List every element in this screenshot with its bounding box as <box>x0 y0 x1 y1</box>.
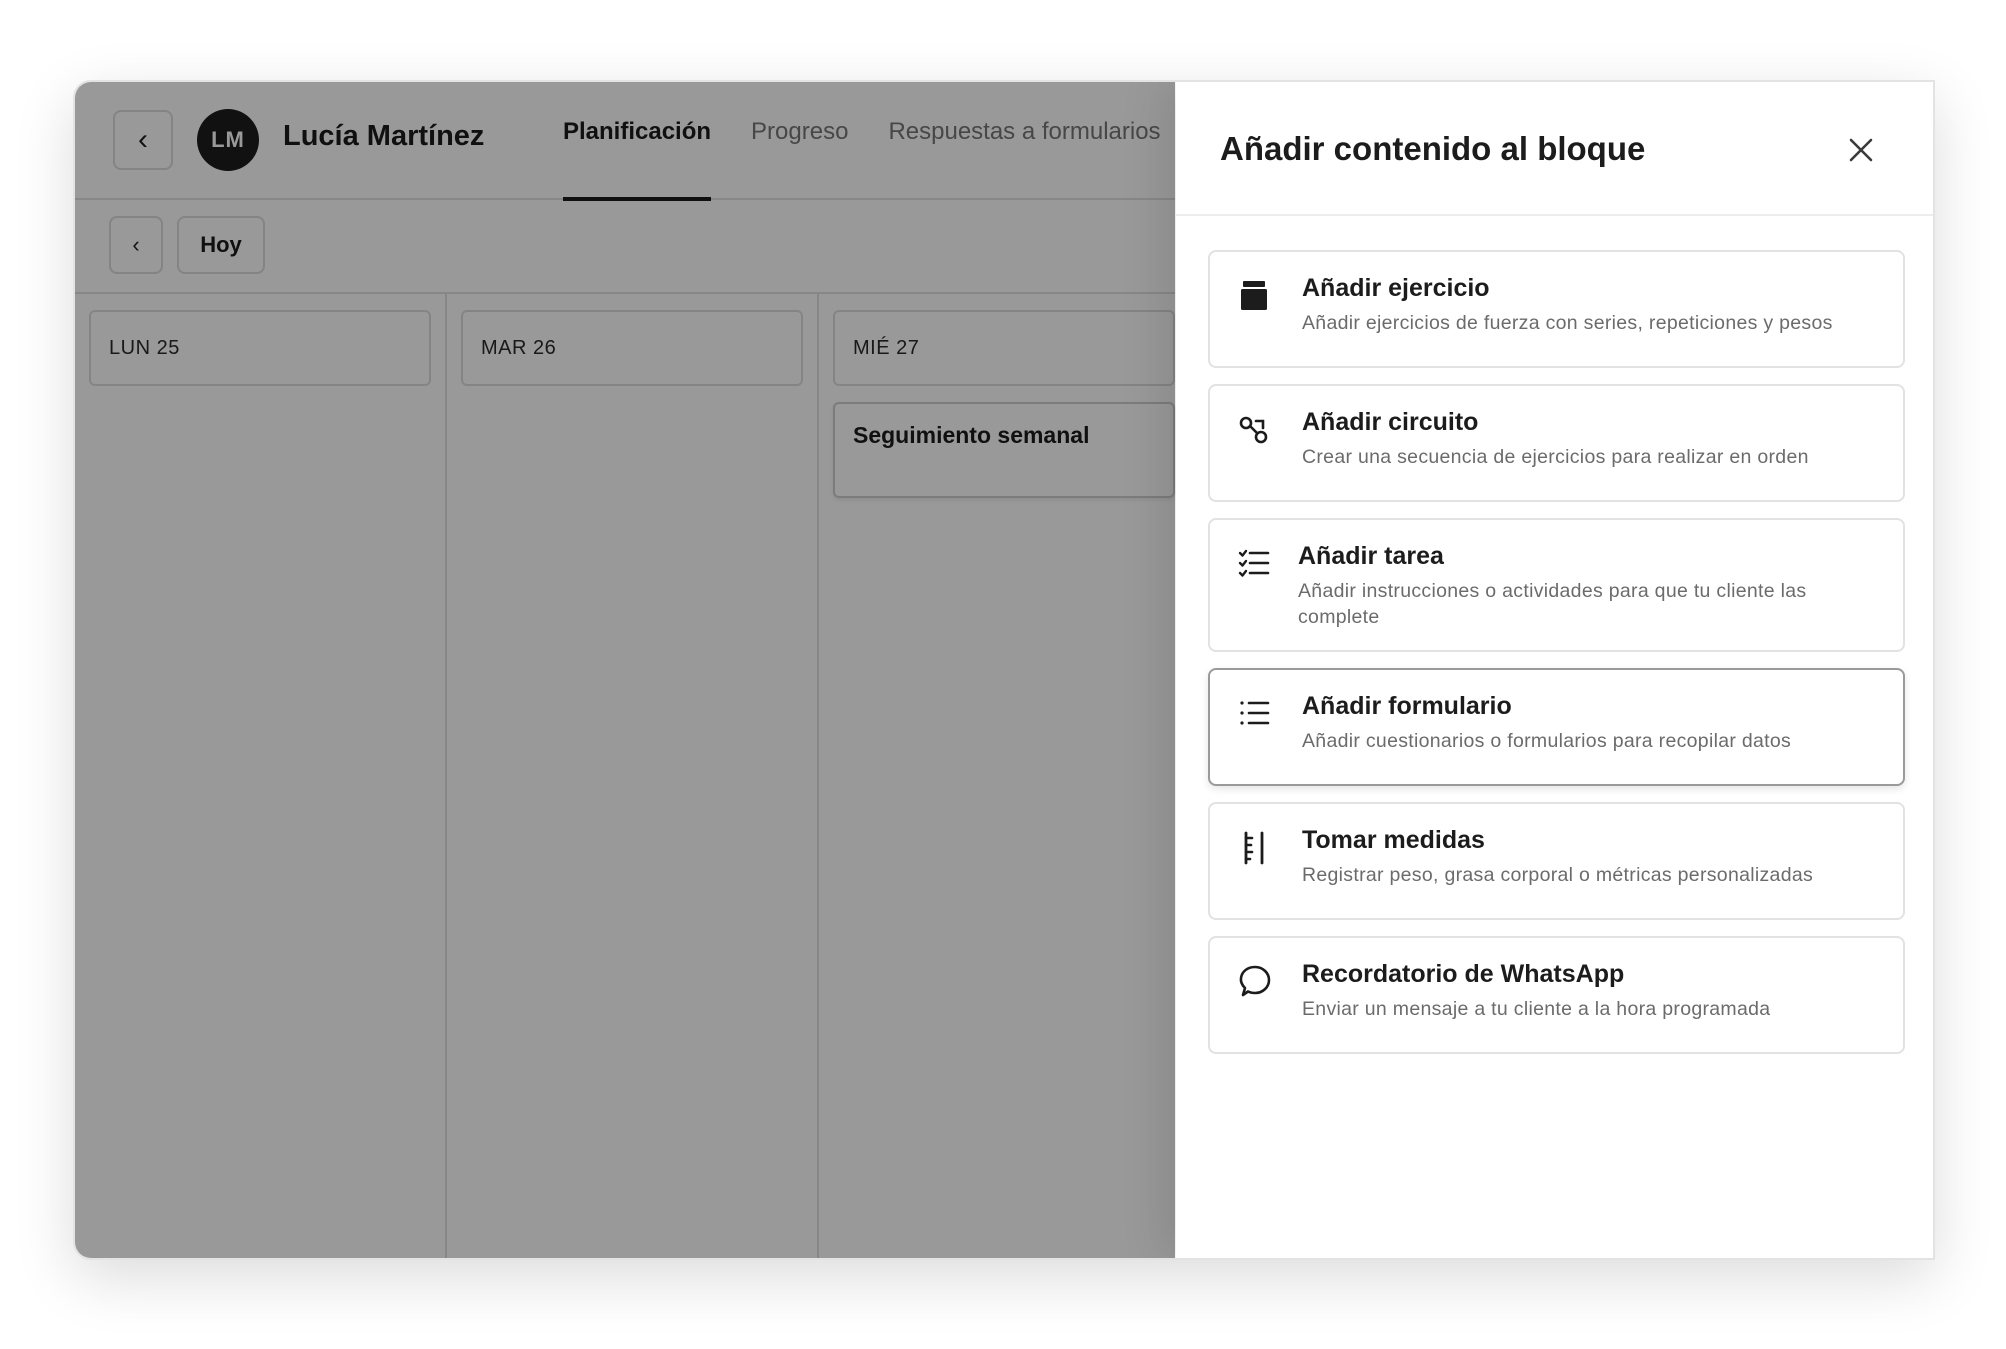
option-title: Recordatorio de WhatsApp <box>1302 960 1625 988</box>
option-title: Añadir circuito <box>1302 408 1479 436</box>
add-content-drawer: Añadir contenido al bloque Añadir ejerci… <box>1176 82 1933 1258</box>
option-title: Añadir formulario <box>1302 692 1512 720</box>
exercise-icon <box>1236 278 1272 314</box>
close-button[interactable] <box>1841 130 1881 170</box>
drawer-header: Añadir contenido al bloque <box>1176 82 1933 216</box>
close-icon <box>1849 138 1873 162</box>
add-form-option[interactable]: Añadir formulario Añadir cuestionarios o… <box>1208 668 1905 786</box>
task-list-icon <box>1236 546 1272 582</box>
add-exercise-option[interactable]: Añadir ejercicio Añadir ejercicios de fu… <box>1208 250 1905 368</box>
whatsapp-reminder-option[interactable]: Recordatorio de WhatsApp Enviar un mensa… <box>1208 936 1905 1054</box>
add-task-option[interactable]: Añadir tarea Añadir instrucciones o acti… <box>1208 518 1905 652</box>
planner-view: ‹ LM Lucía Martínez Planificación Progre… <box>75 82 1175 1258</box>
add-circuit-option[interactable]: Añadir circuito Crear una secuencia de e… <box>1208 384 1905 502</box>
option-description: Añadir ejercicios de fuerza con series, … <box>1302 312 1833 334</box>
option-title: Añadir tarea <box>1298 542 1444 570</box>
app-window: ‹ LM Lucía Martínez Planificación Progre… <box>73 80 1935 1260</box>
option-description: Registrar peso, grasa corporal o métrica… <box>1302 864 1814 886</box>
ruler-icon <box>1236 830 1272 866</box>
take-measurements-option[interactable]: Tomar medidas Registrar peso, grasa corp… <box>1208 802 1905 920</box>
option-title: Tomar medidas <box>1302 826 1485 854</box>
option-title: Añadir ejercicio <box>1302 274 1490 302</box>
option-description: Crear una secuencia de ejercicios para r… <box>1302 446 1809 468</box>
option-description: Añadir instrucciones o actividades para … <box>1298 580 1807 628</box>
option-description: Enviar un mensaje a tu cliente a la hora… <box>1302 998 1771 1020</box>
circuit-icon <box>1236 412 1272 448</box>
option-description: Añadir cuestionarios o formularios para … <box>1302 730 1792 752</box>
modal-overlay[interactable] <box>75 82 1175 1258</box>
form-list-icon <box>1236 696 1272 732</box>
chat-bubble-icon <box>1236 964 1272 1000</box>
drawer-title: Añadir contenido al bloque <box>1220 130 1646 167</box>
